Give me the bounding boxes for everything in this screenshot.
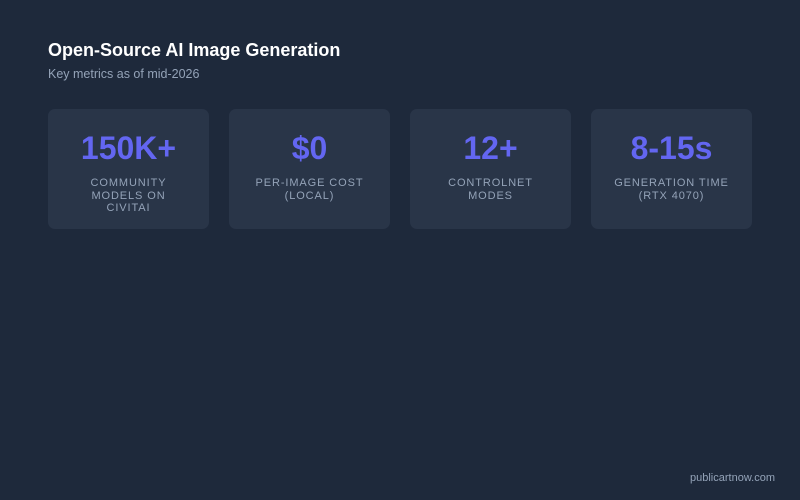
metric-value: 150K+ bbox=[80, 130, 177, 166]
metric-card-per-image-cost: $0 Per-image cost (local) bbox=[229, 109, 390, 229]
metrics-slide: Open-Source AI Image Generation Key metr… bbox=[0, 0, 800, 500]
metric-label: ControlNet modes bbox=[448, 177, 533, 202]
metric-label: Generation time (RTX 4070) bbox=[614, 177, 729, 202]
metric-card-controlnet-modes: 12+ ControlNet modes bbox=[410, 109, 571, 229]
metric-label: Community models on Civitai bbox=[90, 177, 167, 214]
metric-cards: 150K+ Community models on Civitai $0 Per… bbox=[48, 109, 752, 229]
metric-value: 8-15s bbox=[630, 130, 713, 166]
page-title: Open-Source AI Image Generation bbox=[48, 40, 341, 60]
metric-label: Per-image cost (local) bbox=[255, 177, 364, 202]
metric-value: 12+ bbox=[463, 130, 518, 166]
page-subtitle: Key metrics as of mid-2026 bbox=[48, 67, 200, 81]
metric-card-community-models: 150K+ Community models on Civitai bbox=[48, 109, 209, 229]
metric-value: $0 bbox=[291, 130, 328, 166]
metric-card-generation-time: 8-15s Generation time (RTX 4070) bbox=[591, 109, 752, 229]
source-footer: publicartnow.com bbox=[690, 472, 775, 484]
